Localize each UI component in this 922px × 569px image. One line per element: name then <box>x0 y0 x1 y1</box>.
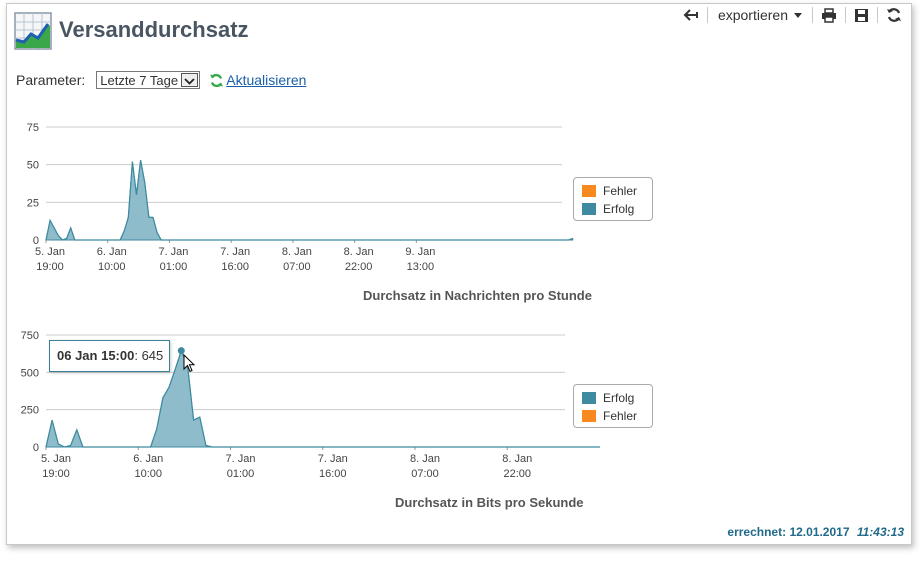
x-tick-label-date: 7. Jan <box>220 246 250 258</box>
x-tick-label-time: 01:00 <box>160 261 188 273</box>
x-tick-label-time: 16:00 <box>221 261 249 273</box>
chart-report-icon <box>14 12 52 50</box>
refresh-icon <box>887 8 901 22</box>
legend-item-fehler[interactable]: Fehler <box>582 407 652 425</box>
print-icon <box>822 7 836 23</box>
chart2-caption: Durchsatz in Bits pro Sekunde <box>395 495 584 510</box>
x-tick-label-time: 19:00 <box>36 261 64 273</box>
series-erfolg-line <box>45 159 573 241</box>
x-tick-label-date: 7. Jan <box>318 453 348 465</box>
y-tick-label: 250 <box>21 405 39 417</box>
computed-label: errechnet: <box>727 525 787 539</box>
x-tick-label-date: 6. Jan <box>133 453 163 465</box>
reload-button[interactable] <box>878 5 910 25</box>
parameter-label: Parameter: <box>16 72 86 88</box>
page-title: Versanddurchsatz <box>59 17 249 42</box>
x-tick-label-time: 10:00 <box>98 261 126 273</box>
x-tick-label-time: 22:00 <box>345 261 373 273</box>
legend-swatch-fehler <box>582 410 596 422</box>
report-toolbar: exportieren <box>675 5 910 25</box>
back-button[interactable] <box>675 5 707 25</box>
period-select-value: Letzte 7 Tage <box>100 73 179 88</box>
save-button[interactable] <box>846 5 877 25</box>
tooltip-value: 645 <box>141 348 164 363</box>
mouse-cursor-icon <box>183 354 196 373</box>
x-tick-label-date: 6. Jan <box>97 246 127 258</box>
computed-time: 11:43:13 <box>856 525 904 539</box>
refresh-link[interactable]: Aktualisieren <box>226 72 306 88</box>
legend-label-erfolg: Erfolg <box>603 202 635 216</box>
refresh-green-icon <box>210 73 224 87</box>
legend-item-fehler[interactable]: Fehler <box>582 182 652 200</box>
x-tick-label-time: 16:00 <box>319 468 347 480</box>
chevron-down-icon <box>184 78 195 85</box>
period-select[interactable]: Letzte 7 Tage <box>96 71 201 89</box>
chart-tooltip: 06 Jan 15:00: 645 <box>49 340 170 372</box>
legend-item-erfolg[interactable]: Erfolg <box>582 200 652 218</box>
x-tick-label-time: 07:00 <box>283 261 311 273</box>
legend-swatch-fehler <box>582 185 596 197</box>
chart1-caption: Durchsatz in Nachrichten pro Stunde <box>363 288 592 303</box>
x-tick-label-time: 10:00 <box>134 468 162 480</box>
x-tick-label-date: 8. Jan <box>344 246 374 258</box>
legend-item-erfolg[interactable]: Erfolg <box>582 389 652 407</box>
x-tick-label-time: 22:00 <box>503 468 531 480</box>
x-tick-label-time: 13:00 <box>407 261 435 273</box>
chart1-legend: Fehler Erfolg <box>573 177 653 221</box>
legend-swatch-erfolg <box>582 203 596 215</box>
y-tick-label: 500 <box>21 367 39 379</box>
export-dropdown[interactable]: exportieren <box>708 5 812 25</box>
y-tick-label: 0 <box>33 442 39 454</box>
x-tick-label-date: 9. Jan <box>405 246 435 258</box>
x-tick-label-date: 8. Jan <box>410 453 440 465</box>
print-button[interactable] <box>813 5 845 25</box>
chevron-down-icon <box>794 12 802 18</box>
select-arrow-button[interactable] <box>181 73 199 87</box>
x-tick-label-date: 8. Jan <box>502 453 532 465</box>
legend-label-fehler: Fehler <box>603 184 638 198</box>
export-label: exportieren <box>717 7 788 23</box>
x-tick-label-date: 7. Jan <box>158 246 188 258</box>
x-tick-label-date: 7. Jan <box>226 453 256 465</box>
y-tick-label: 25 <box>27 197 39 209</box>
computed-date: 12.01.2017 <box>789 525 850 539</box>
x-tick-label-date: 8. Jan <box>282 246 312 258</box>
x-tick-label-date: 5. Jan <box>35 246 65 258</box>
refresh-action[interactable]: Aktualisieren <box>209 72 306 88</box>
save-icon <box>855 8 868 22</box>
parameter-bar: Parameter: Letzte 7 Tage Aktualisieren <box>16 70 306 90</box>
chart2-legend: Erfolg Fehler <box>573 384 653 428</box>
legend-label-erfolg: Erfolg <box>603 391 635 405</box>
y-tick-label: 50 <box>27 160 39 172</box>
x-tick-label-time: 19:00 <box>42 468 70 480</box>
x-tick-label-time: 01:00 <box>227 468 255 480</box>
back-arrow-icon <box>683 9 698 21</box>
y-tick-label: 75 <box>27 122 39 134</box>
x-tick-label-date: 5. Jan <box>41 453 71 465</box>
legend-swatch-erfolg <box>582 392 596 404</box>
tooltip-label: 06 Jan 15:00 <box>57 348 135 363</box>
messages-per-hour-chart: 02550755. Jan19:006. Jan10:007. Jan01:00… <box>27 122 574 273</box>
computed-timestamp: errechnet: 12.01.2017 11:43:13 <box>727 525 904 539</box>
x-tick-label-time: 07:00 <box>411 468 439 480</box>
legend-label-fehler: Fehler <box>603 409 638 423</box>
y-tick-label: 750 <box>21 330 39 342</box>
